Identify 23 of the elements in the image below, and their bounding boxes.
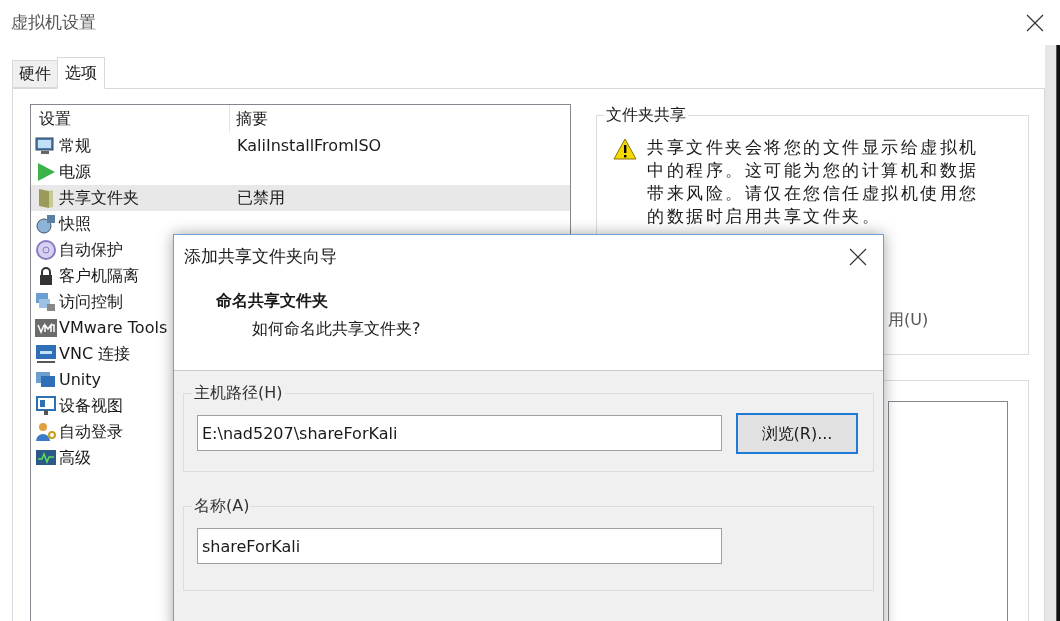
- window-title: 虚拟机设置: [11, 10, 96, 34]
- group-title: 主机路径(H): [192, 382, 285, 404]
- item-name: 自动保护: [59, 239, 123, 261]
- item-name: 常规: [59, 135, 91, 157]
- item-name: 快照: [59, 213, 91, 235]
- item-name: Unity: [59, 369, 102, 391]
- item-summary: KaliInstallFromISO: [236, 135, 382, 157]
- item-name: 自动登录: [59, 421, 123, 443]
- item-name: 客户机隔离: [59, 265, 139, 287]
- group-title: 文件夹共享: [604, 105, 688, 125]
- dialog-heading: 命名共享文件夹: [215, 290, 329, 312]
- warning-text: 共享文件夹会将您的文件显示给虚拟机中的程序。这可能为您的计算机和数据带来风险。请仅在您信任虚拟机使用您的数据时启用共享文件夹。: [647, 136, 980, 228]
- item-name: 设备视图: [59, 395, 123, 417]
- item-name: 电源: [59, 161, 91, 183]
- item-name: 高级: [59, 447, 91, 469]
- dialog-title: 添加共享文件夹向导: [184, 245, 337, 269]
- item-name: 访问控制: [59, 291, 123, 313]
- item-name: 共享文件夹: [59, 187, 139, 209]
- item-name: VMware Tools: [59, 317, 168, 339]
- group-title: 名称(A): [192, 495, 252, 517]
- item-name: VNC 连接: [59, 343, 131, 365]
- dialog-subheading: 如何命名此共享文件夹?: [251, 318, 422, 340]
- item-summary: 已禁用: [236, 187, 285, 209]
